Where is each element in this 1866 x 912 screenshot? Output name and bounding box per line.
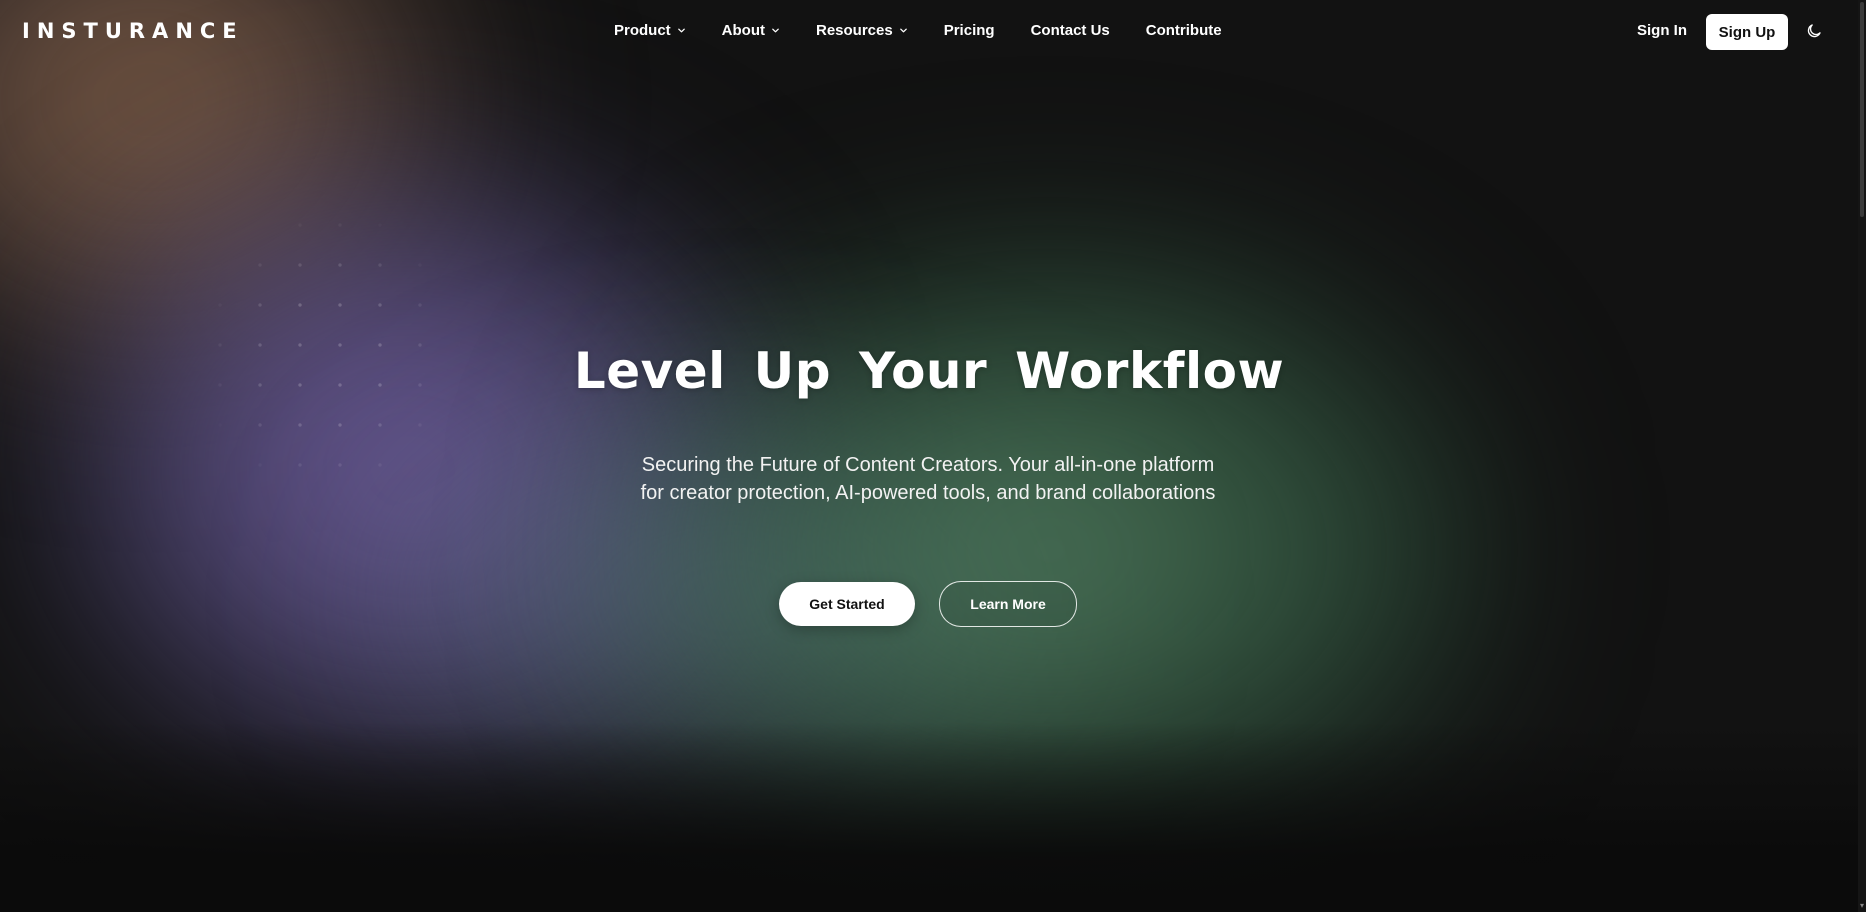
nav-item-label: Contact Us bbox=[1030, 22, 1110, 39]
learn-more-button[interactable]: Learn More bbox=[939, 581, 1077, 627]
nav-item-about[interactable]: About bbox=[722, 22, 780, 39]
get-started-button[interactable]: Get Started bbox=[779, 582, 915, 626]
nav-item-contribute[interactable]: Contribute bbox=[1146, 22, 1222, 39]
landing-page: INSTURANCE Product About Resources Prici… bbox=[0, 0, 1866, 912]
hero-subtitle: Securing the Future of Content Creators.… bbox=[640, 454, 1216, 504]
main-nav: Product About Resources Pricing Contact … bbox=[614, 22, 1222, 39]
moon-icon[interactable] bbox=[1805, 22, 1823, 40]
scrollbar-thumb[interactable] bbox=[1860, 2, 1864, 217]
scroll-down-arrow-icon[interactable]: ▾ bbox=[1858, 902, 1866, 910]
chevron-down-icon bbox=[677, 28, 685, 33]
nav-item-pricing[interactable]: Pricing bbox=[944, 22, 995, 39]
nav-item-label: About bbox=[721, 22, 765, 39]
sign-in-link[interactable]: Sign In bbox=[1637, 22, 1687, 39]
nav-item-label: Product bbox=[614, 22, 671, 39]
nav-item-contact-us[interactable]: Contact Us bbox=[1031, 22, 1110, 39]
nav-item-label: Resources bbox=[816, 22, 893, 39]
nav-item-product[interactable]: Product bbox=[614, 22, 686, 39]
nav-item-label: Pricing bbox=[943, 22, 995, 39]
hero-section: Level Up Your Workflow Securing the Futu… bbox=[0, 0, 1858, 912]
nav-item-label: Contribute bbox=[1145, 22, 1222, 39]
chevron-down-icon bbox=[899, 28, 907, 33]
nav-item-resources[interactable]: Resources bbox=[816, 22, 908, 39]
sign-up-button[interactable]: Sign Up bbox=[1706, 14, 1788, 50]
chevron-down-icon bbox=[772, 28, 779, 33]
top-navbar: INSTURANCE Product About Resources Prici… bbox=[0, 0, 1858, 64]
hero-title: Level Up Your Workflow bbox=[573, 342, 1285, 400]
brand-logo[interactable]: INSTURANCE bbox=[22, 19, 244, 43]
page-scrollbar[interactable]: ▾ bbox=[1858, 0, 1866, 912]
